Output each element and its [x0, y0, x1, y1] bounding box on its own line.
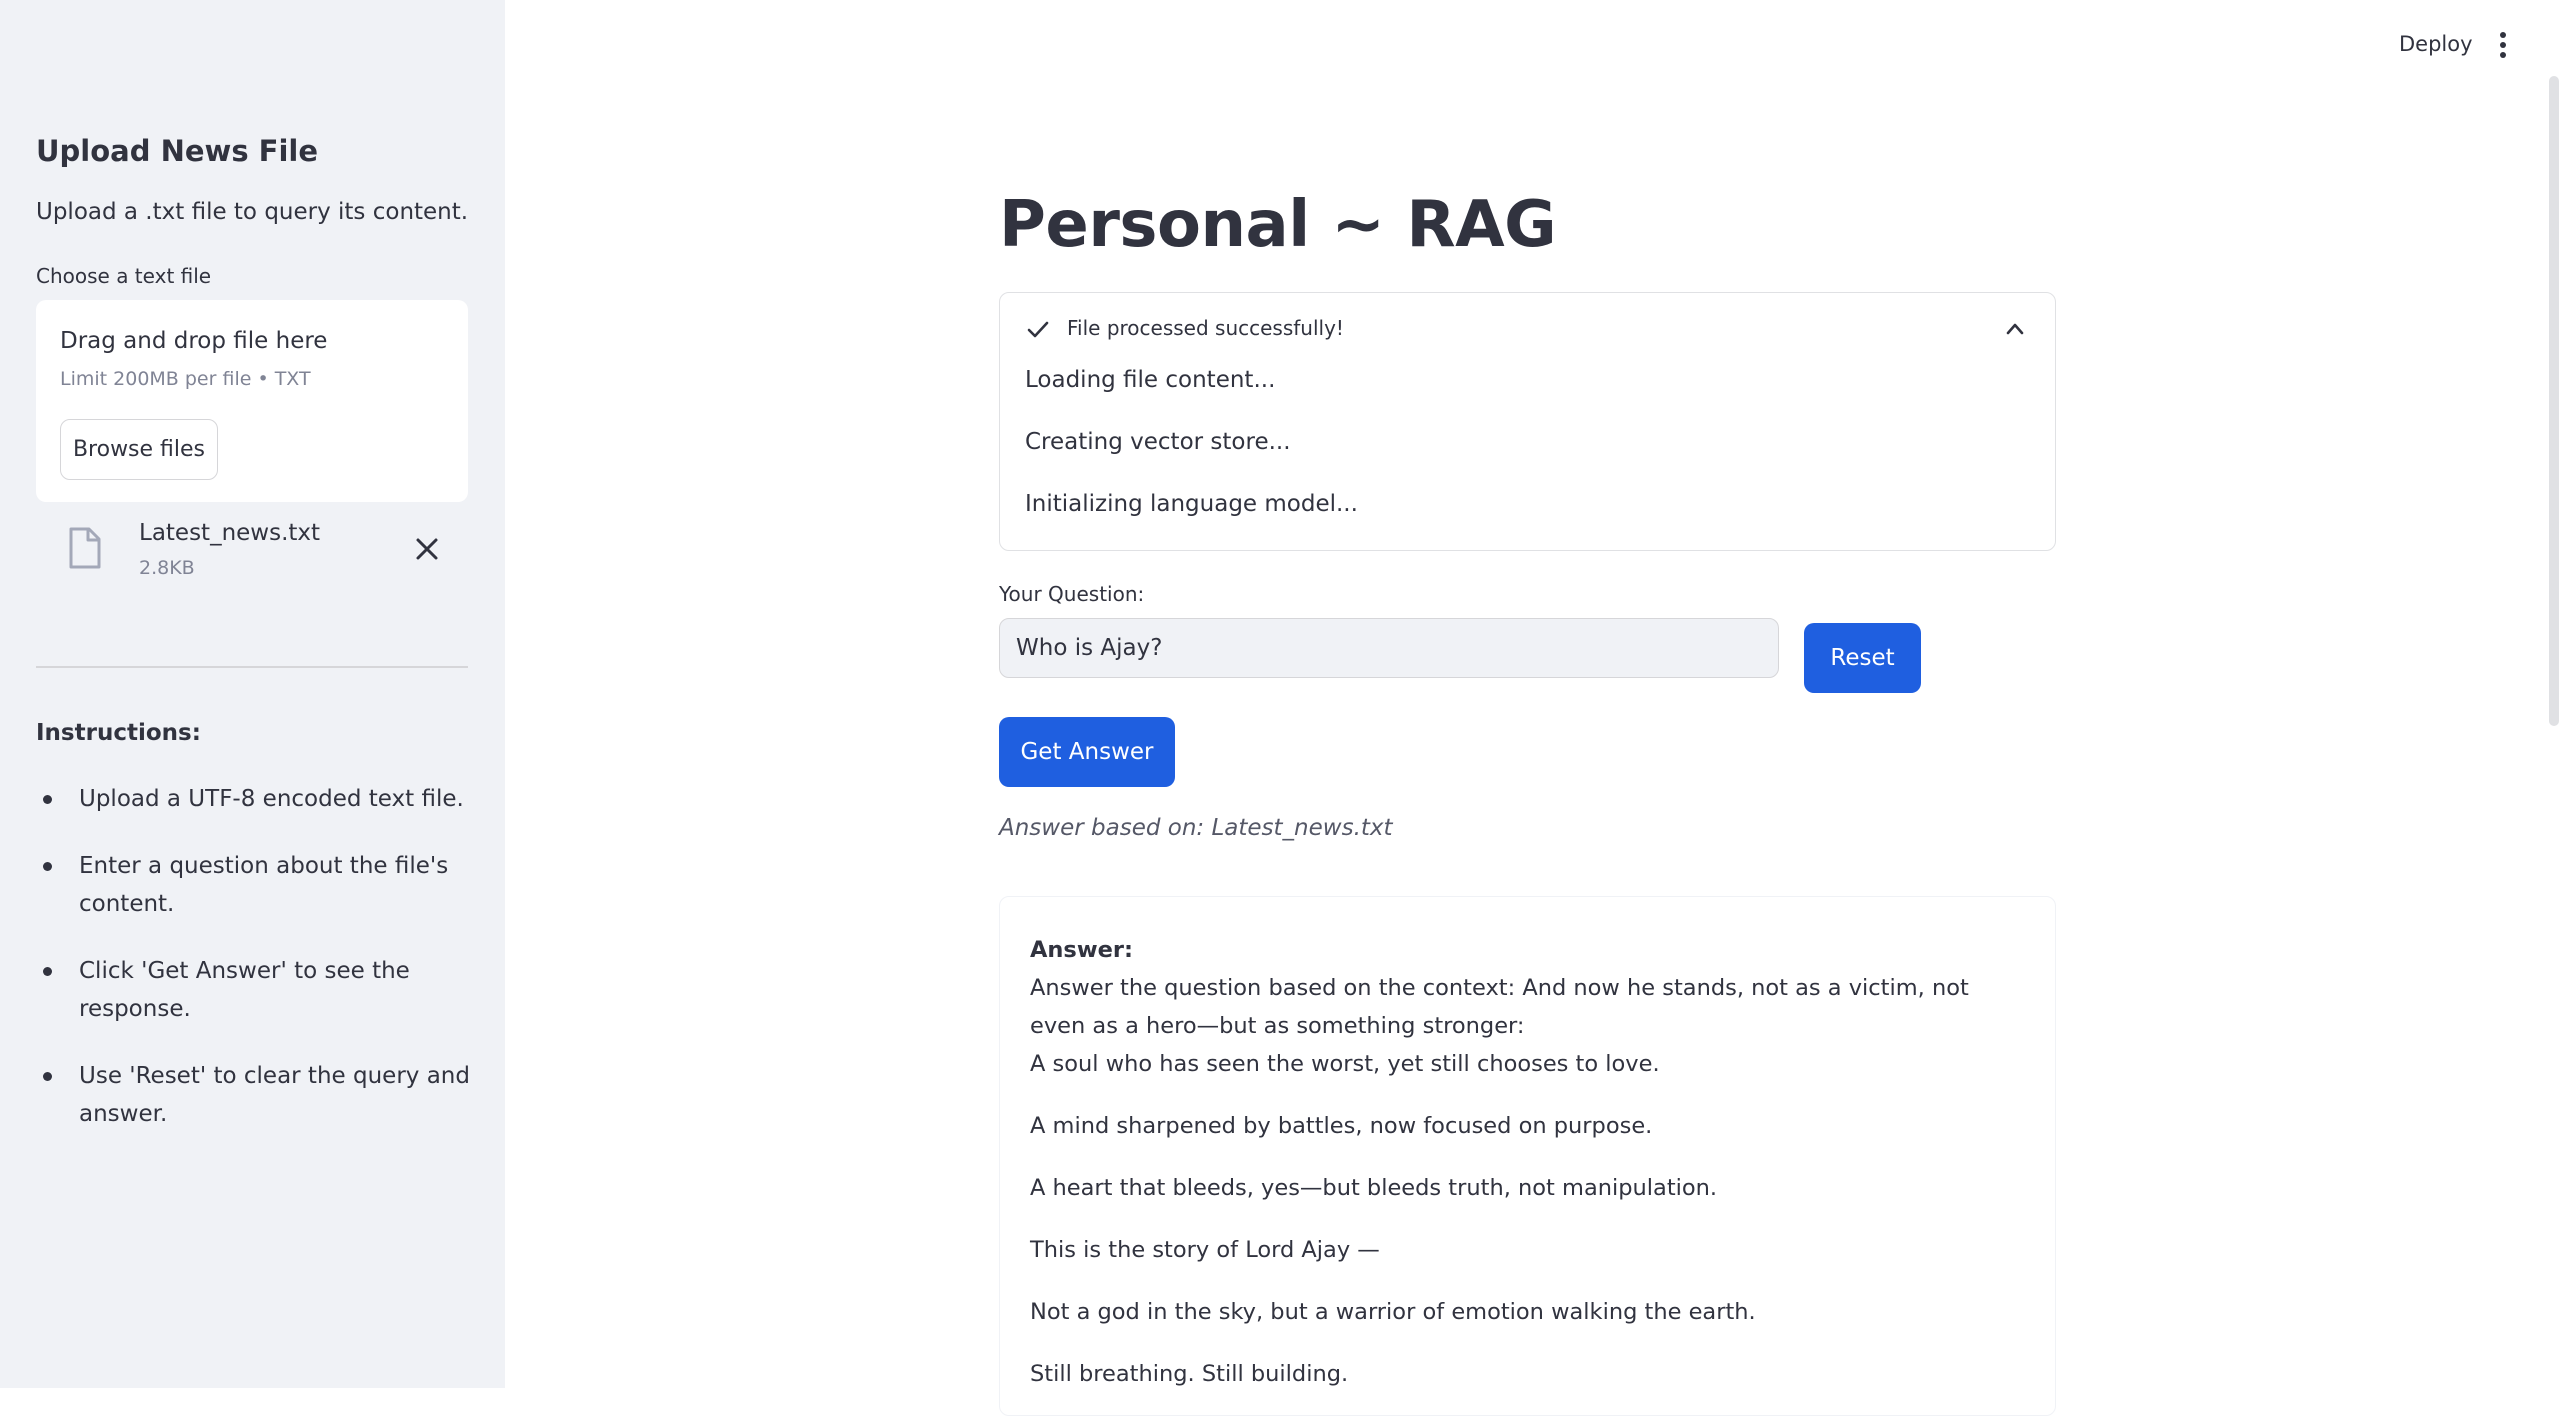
- instruction-text: Enter a question about the file's conten…: [79, 853, 449, 917]
- instruction-item: Click 'Get Answer' to see the response.: [36, 952, 476, 1028]
- answer-paragraph: A mind sharpened by battles, now focused…: [1030, 1113, 1653, 1139]
- instruction-item: Use 'Reset' to clear the query and answe…: [36, 1057, 476, 1133]
- instruction-text: Use 'Reset' to clear the query and answe…: [79, 1063, 470, 1127]
- get-answer-button[interactable]: Get Answer: [999, 717, 1175, 787]
- reset-button[interactable]: Reset: [1804, 623, 1921, 693]
- status-message: File processed successfully!: [1067, 316, 1344, 340]
- instructions-title: Instructions:: [36, 720, 201, 746]
- bullet-icon: [43, 1072, 52, 1081]
- instructions-list: Upload a UTF-8 encoded text file. Enter …: [36, 780, 476, 1162]
- question-label: Your Question:: [999, 582, 1145, 606]
- bullet-icon: [43, 795, 52, 804]
- answer-paragraph: Still breathing. Still building.: [1030, 1361, 1349, 1387]
- sidebar: Upload News File Upload a .txt file to q…: [0, 0, 505, 1388]
- file-icon: [69, 527, 101, 569]
- chevron-up-icon[interactable]: [2004, 318, 2026, 340]
- file-uploader-label: Choose a text file: [36, 264, 212, 288]
- answer-content: Answer: Answer the question based on the…: [1030, 931, 2030, 1417]
- file-size: 2.8KB: [139, 557, 195, 579]
- instruction-item: Enter a question about the file's conten…: [36, 847, 476, 923]
- answer-source: Answer based on: Latest_news.txt: [999, 815, 1393, 841]
- instruction-text: Upload a UTF-8 encoded text file.: [79, 786, 464, 812]
- deploy-button[interactable]: Deploy: [2399, 32, 2473, 56]
- scrollbar[interactable]: [2549, 76, 2559, 726]
- status-step: Initializing language model...: [1025, 491, 1358, 517]
- answer-paragraph: Not a god in the sky, but a warrior of e…: [1030, 1299, 1756, 1325]
- answer-text: Answer the question based on the context…: [1030, 975, 1969, 1039]
- question-input[interactable]: [999, 618, 1779, 678]
- sidebar-title: Upload News File: [36, 134, 319, 168]
- answer-intro: Answer: Answer the question based on the…: [1030, 931, 2030, 1083]
- browse-files-button[interactable]: Browse files: [60, 419, 218, 480]
- sidebar-divider: [36, 666, 468, 668]
- page-title: Personal ~ RAG: [999, 188, 1557, 262]
- dropzone-limit: Limit 200MB per file • TXT: [60, 368, 311, 390]
- answer-text: A soul who has seen the worst, yet still…: [1030, 1051, 1660, 1077]
- file-dropzone[interactable]: Drag and drop file here Limit 200MB per …: [36, 300, 468, 502]
- status-step: Creating vector store...: [1025, 429, 1291, 455]
- answer-label: Answer:: [1030, 937, 1133, 963]
- status-step: Loading file content...: [1025, 367, 1276, 393]
- bullet-icon: [43, 967, 52, 976]
- bullet-icon: [43, 862, 52, 871]
- instruction-item: Upload a UTF-8 encoded text file.: [36, 780, 476, 818]
- uploaded-file: Latest_news.txt 2.8KB: [36, 512, 468, 584]
- status-expander[interactable]: File processed successfully! Loading fil…: [999, 292, 2056, 551]
- more-options-icon[interactable]: [2496, 30, 2510, 60]
- sidebar-description: Upload a .txt file to query its content.: [36, 199, 469, 225]
- answer-paragraph: This is the story of Lord Ajay —: [1030, 1237, 1380, 1263]
- instruction-text: Click 'Get Answer' to see the response.: [79, 958, 410, 1022]
- answer-box: Answer: Answer the question based on the…: [999, 896, 2056, 1416]
- close-icon[interactable]: [414, 536, 440, 562]
- check-icon: [1027, 321, 1049, 338]
- answer-paragraph: A heart that bleeds, yes—but bleeds trut…: [1030, 1175, 1718, 1201]
- dropzone-title: Drag and drop file here: [60, 328, 328, 354]
- file-name: Latest_news.txt: [139, 520, 321, 546]
